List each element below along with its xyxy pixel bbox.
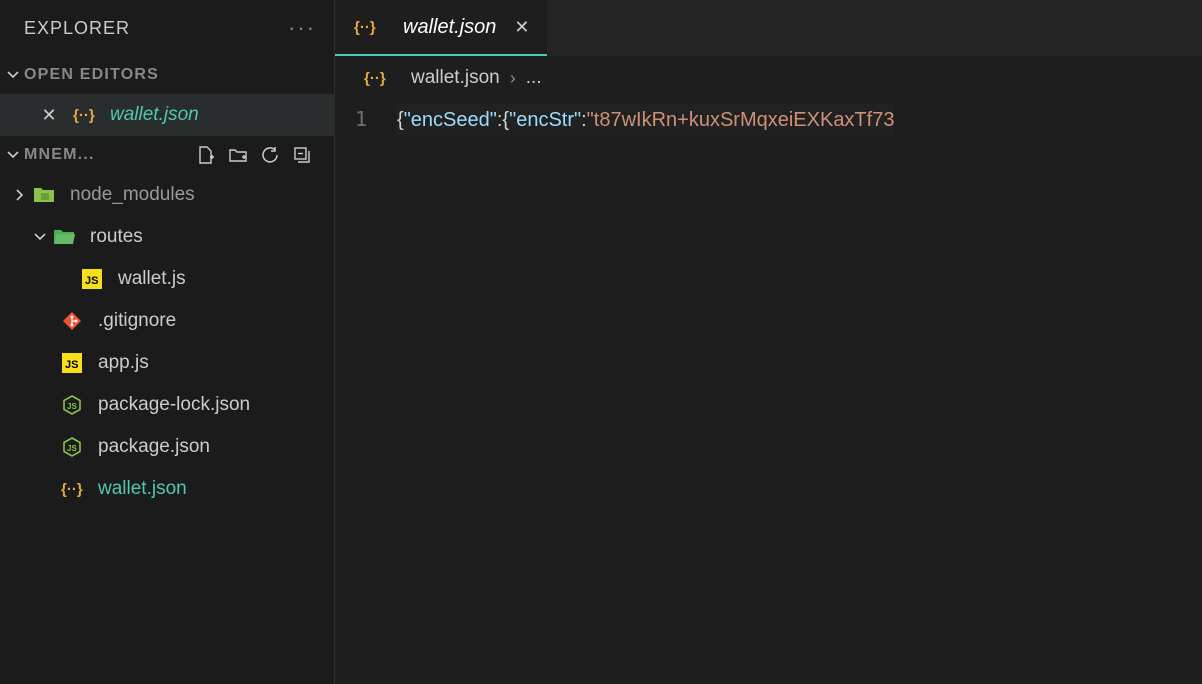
svg-text:{··}: {··} [61, 481, 83, 498]
close-icon[interactable]: ✕ [514, 17, 529, 38]
svg-text:{··}: {··} [73, 107, 95, 124]
file-label: package-lock.json [98, 394, 250, 416]
js-icon: JS [80, 267, 104, 291]
json-icon: {··} [60, 477, 84, 501]
json-icon: {··} [72, 103, 96, 127]
chevron-right-icon: › [510, 68, 516, 89]
file-package-json[interactable]: JS package.json [0, 426, 334, 468]
chevron-down-icon [2, 144, 24, 166]
svg-text:{··}: {··} [354, 19, 376, 36]
js-icon: JS [60, 351, 84, 375]
new-file-icon[interactable] [194, 143, 218, 167]
svg-text:JS: JS [85, 275, 98, 287]
workspace-header[interactable]: MNEM... [0, 136, 334, 174]
file-app-js[interactable]: JS app.js [0, 342, 334, 384]
open-editors-label: OPEN EDITORS [24, 66, 159, 84]
breadcrumb-file: wallet.json [411, 67, 500, 89]
close-icon[interactable]: ✕ [40, 105, 58, 126]
file-gitignore[interactable]: .gitignore [0, 300, 334, 342]
collapse-all-icon[interactable] [290, 143, 314, 167]
breadcrumb[interactable]: {··} wallet.json › ... [335, 56, 1202, 100]
chevron-down-icon [2, 64, 24, 86]
new-folder-icon[interactable] [226, 143, 250, 167]
svg-text:JS: JS [67, 402, 77, 411]
json-icon: {··} [353, 15, 377, 39]
breadcrumb-more: ... [526, 67, 542, 89]
open-editors-header[interactable]: OPEN EDITORS [0, 56, 334, 94]
folder-label: node_modules [70, 184, 195, 206]
tab-label: wallet.json [403, 16, 496, 39]
folder-label: routes [90, 226, 143, 248]
workspace-label: MNEM... [24, 146, 95, 164]
file-label: wallet.js [118, 268, 186, 290]
chevron-down-icon [28, 225, 52, 249]
svg-text:JS: JS [65, 359, 78, 371]
file-label: wallet.json [98, 478, 187, 500]
line-number: 1 [335, 104, 397, 135]
refresh-icon[interactable] [258, 143, 282, 167]
workspace-actions [194, 143, 326, 167]
open-editor-label: wallet.json [110, 104, 199, 126]
file-label: app.js [98, 352, 149, 374]
folder-routes[interactable]: routes [0, 216, 334, 258]
svg-text:JS: JS [67, 444, 77, 453]
chevron-right-icon [8, 183, 32, 207]
svg-text:{··}: {··} [364, 70, 386, 87]
file-label: .gitignore [98, 310, 176, 332]
file-wallet-json[interactable]: {··} wallet.json [0, 468, 334, 510]
tab-wallet-json[interactable]: {··} wallet.json ✕ [335, 0, 547, 56]
editor-pane: {··} wallet.json ✕ {··} wallet.json › ..… [334, 0, 1202, 684]
file-package-lock[interactable]: JS package-lock.json [0, 384, 334, 426]
open-editor-item[interactable]: ✕ {··} wallet.json [0, 94, 334, 136]
explorer-sidebar: EXPLORER ··· OPEN EDITORS ✕ {··} wallet.… [0, 0, 334, 684]
folder-icon [32, 183, 56, 207]
folder-node-modules[interactable]: node_modules [0, 174, 334, 216]
sidebar-title: EXPLORER [24, 18, 130, 39]
sidebar-header: EXPLORER ··· [0, 0, 334, 56]
node-icon: JS [60, 393, 84, 417]
json-icon: {··} [363, 66, 387, 90]
file-wallet-js[interactable]: JS wallet.js [0, 258, 334, 300]
code-editor[interactable]: 1 {"encSeed":{"encStr":"t87wIkRn+kuxSrMq… [335, 100, 1202, 135]
code-line[interactable]: {"encSeed":{"encStr":"t87wIkRn+kuxSrMqxe… [397, 104, 894, 135]
node-icon: JS [60, 435, 84, 459]
more-icon[interactable]: ··· [288, 15, 316, 41]
file-label: package.json [98, 436, 210, 458]
tab-bar: {··} wallet.json ✕ [335, 0, 1202, 56]
folder-open-icon [52, 225, 76, 249]
git-icon [60, 309, 84, 333]
